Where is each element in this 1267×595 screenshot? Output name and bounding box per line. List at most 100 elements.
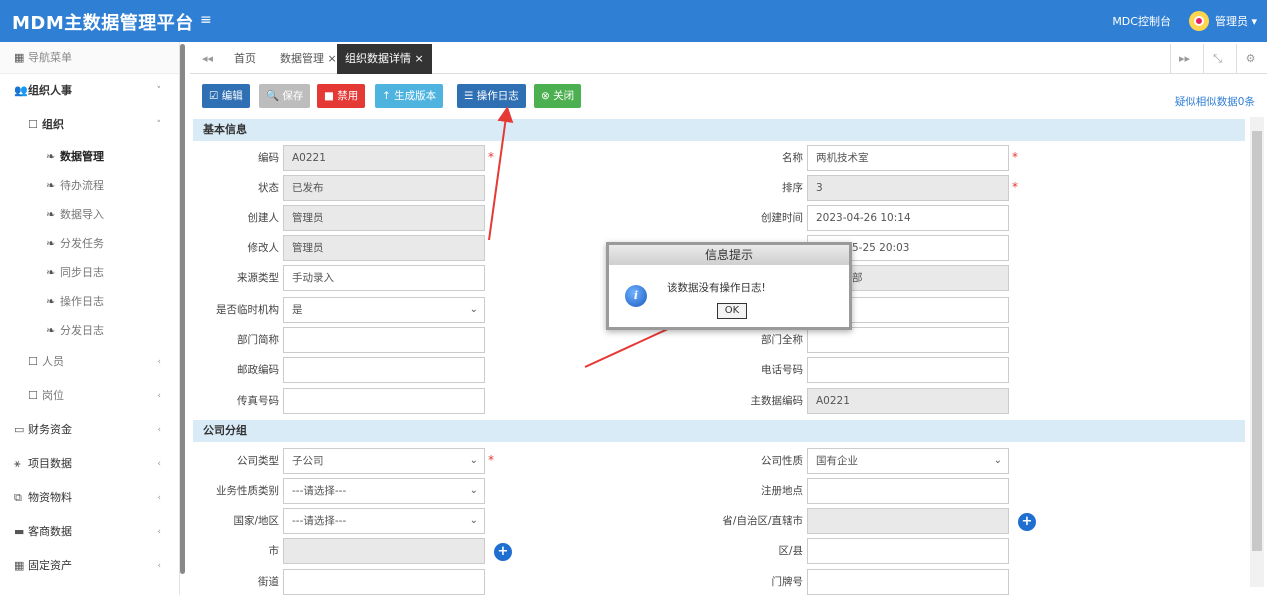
- top-header: MDM主数据管理平台 ≡ MDC控制台 管理员 ▾: [0, 0, 1267, 42]
- label-reg-place: 注册地点: [761, 485, 803, 497]
- tab-scroll-right-icon[interactable]: ▸▸: [1170, 44, 1198, 74]
- dept-full-field[interactable]: [807, 327, 1009, 353]
- fullscreen-icon[interactable]: ⤡: [1203, 44, 1231, 74]
- label-fax: 传真号码: [237, 395, 279, 407]
- tab-data-manage[interactable]: 数据管理 ×: [272, 44, 345, 74]
- chevron-down-icon: ⌄: [469, 485, 478, 496]
- county-field[interactable]: [807, 538, 1009, 564]
- add-province-icon[interactable]: +: [1018, 513, 1036, 531]
- cubes-icon: ⧉: [14, 491, 22, 504]
- sidebar-scrollbar[interactable]: [180, 44, 185, 574]
- sidebar-leaf-data-manage[interactable]: ❧ 数据管理: [0, 142, 179, 171]
- country-select[interactable]: ---请选择--- ⌄: [283, 508, 485, 534]
- menu-toggle-icon[interactable]: ≡: [200, 12, 212, 28]
- sidebar-item-asset[interactable]: ▦ 固定资产 ‹: [0, 549, 179, 583]
- required-mark: *: [1012, 150, 1018, 164]
- sidebar-item-merchant[interactable]: ▬ 客商数据 ‹: [0, 515, 179, 549]
- sidebar-item-material[interactable]: ⧉ 物资物料 ‹: [0, 481, 179, 515]
- sidebar-leaf-dispatch[interactable]: ❧ 分发任务: [0, 229, 179, 258]
- user-name: 管理员 ▾: [1214, 15, 1257, 28]
- sitemap-icon: ⚹: [14, 457, 21, 470]
- close-button[interactable]: ⊗ 关闭: [534, 84, 582, 108]
- label-company-type: 公司类型: [237, 455, 279, 467]
- sidebar-item-project[interactable]: ⚹ 项目数据 ‹: [0, 447, 179, 481]
- app-title: MDM主数据管理平台: [12, 13, 194, 34]
- briefcase-icon: ▬: [14, 525, 25, 538]
- leaf-icon: ❧: [46, 324, 56, 337]
- sidebar-item-person[interactable]: ☐ 人员 ‹: [0, 345, 179, 379]
- user-menu[interactable]: 管理员 ▾: [1188, 11, 1257, 31]
- tab-org-detail[interactable]: 组织数据详情 ×: [337, 44, 432, 74]
- tab-scroll-left-icon[interactable]: ◂◂: [194, 44, 221, 74]
- label-status: 状态: [258, 182, 279, 194]
- label-country: 国家/地区: [233, 515, 279, 527]
- section-basic-info: 基本信息: [193, 119, 1245, 141]
- tab-bar: ◂◂ 首页 数据管理 × 组织数据详情 × ▸▸ ⤡ ⚙: [190, 44, 1267, 74]
- ok-button[interactable]: OK: [717, 303, 747, 319]
- temp-org-select[interactable]: 是 ⌄: [283, 297, 485, 323]
- card-icon: ▭: [14, 423, 25, 436]
- label-creator: 创建人: [247, 212, 280, 224]
- settings-icon[interactable]: ⚙: [1236, 44, 1264, 74]
- similar-data-link[interactable]: 疑似相似数据0条: [1175, 94, 1255, 109]
- reg-place-field[interactable]: [807, 478, 1009, 504]
- sidebar-item-org-hr[interactable]: 👥组织人事 ˅: [0, 74, 179, 108]
- label-create-time: 创建时间: [761, 212, 803, 224]
- sidebar-leaf-todo[interactable]: ❧ 待办流程: [0, 171, 179, 200]
- dialog-message: 该数据没有操作日志!: [667, 282, 766, 294]
- sidebar-item-post[interactable]: ☐ 岗位 ‹: [0, 379, 179, 413]
- name-field[interactable]: 两机技术室: [807, 145, 1009, 171]
- company-nature-select[interactable]: 国有企业 ⌄: [807, 448, 1009, 474]
- status-field: 已发布: [283, 175, 485, 201]
- door-no-field[interactable]: [807, 569, 1009, 595]
- postal-field[interactable]: [283, 357, 485, 383]
- add-city-icon[interactable]: +: [494, 543, 512, 561]
- sidebar-leaf-import[interactable]: ❧ 数据导入: [0, 200, 179, 229]
- sidebar-title: ▦ 导航菜单: [0, 42, 179, 74]
- sidebar: ▦ 导航菜单 👥组织人事 ˅ ☐ 组织 ˅ ❧ 数据管理 ❧ 待办流程 ❧ 数据导入 ❧ 分发任…: [0, 42, 180, 595]
- sidebar-item-finance[interactable]: ▭ 财务资金 ‹: [0, 413, 179, 447]
- info-dialog: 信息提示 i 该数据没有操作日志! OK: [606, 242, 852, 330]
- creator-field: 管理员: [283, 205, 485, 231]
- biz-type-select[interactable]: ---请选择--- ⌄: [283, 478, 485, 504]
- sidebar-item-org[interactable]: ☐ 组织 ˅: [0, 108, 179, 142]
- label-phone: 电话号码: [761, 364, 803, 376]
- tab-home[interactable]: 首页: [226, 44, 264, 74]
- chevron-down-icon: ⌄: [469, 515, 478, 526]
- content-scrollbar[interactable]: [1250, 117, 1264, 587]
- sidebar-leaf-dispatch-log[interactable]: ❧ 分发日志: [0, 316, 179, 345]
- sidebar-leaf-op-log[interactable]: ❧ 操作日志: [0, 287, 179, 316]
- sort-field: 3: [807, 175, 1009, 201]
- save-button[interactable]: 🔍 保存: [259, 84, 311, 108]
- street-field[interactable]: [283, 569, 485, 595]
- building-icon: ▦: [14, 559, 25, 572]
- sidebar-leaf-sync-log[interactable]: ❧ 同步日志: [0, 258, 179, 287]
- label-dept-short: 部门简称: [237, 334, 279, 346]
- label-sort: 排序: [782, 182, 803, 194]
- console-link[interactable]: MDC控制台: [1112, 13, 1171, 29]
- leaf-icon: ❧: [46, 179, 56, 192]
- scroll-thumb[interactable]: [1252, 131, 1262, 551]
- leaf-icon: ❧: [46, 150, 56, 163]
- city-field: [283, 538, 485, 564]
- label-postal: 邮政编码: [237, 364, 279, 376]
- folder-icon: ☐: [28, 355, 38, 368]
- generate-version-button[interactable]: ↑ 生成版本: [375, 84, 444, 108]
- label-door-no: 门牌号: [771, 576, 804, 588]
- operation-log-button[interactable]: ☰ 操作日志: [457, 84, 526, 108]
- dept-short-field[interactable]: [283, 327, 485, 353]
- info-icon: i: [625, 285, 647, 307]
- chevron-down-icon: ⌄: [469, 304, 478, 315]
- required-mark: *: [1012, 180, 1018, 194]
- company-type-select[interactable]: 子公司 ⌄: [283, 448, 485, 474]
- disable-button[interactable]: ■ 禁用: [317, 84, 366, 108]
- source-type-field[interactable]: 手动录入: [283, 265, 485, 291]
- label-county: 区/县: [778, 545, 803, 557]
- fax-field[interactable]: [283, 388, 485, 414]
- label-street: 街道: [258, 576, 279, 588]
- phone-field[interactable]: [807, 357, 1009, 383]
- edit-button[interactable]: ☑ 编辑: [202, 84, 250, 108]
- label-temp-org: 是否临时机构: [216, 304, 279, 316]
- label-source-type: 来源类型: [237, 272, 279, 284]
- code-field: A0221: [283, 145, 485, 171]
